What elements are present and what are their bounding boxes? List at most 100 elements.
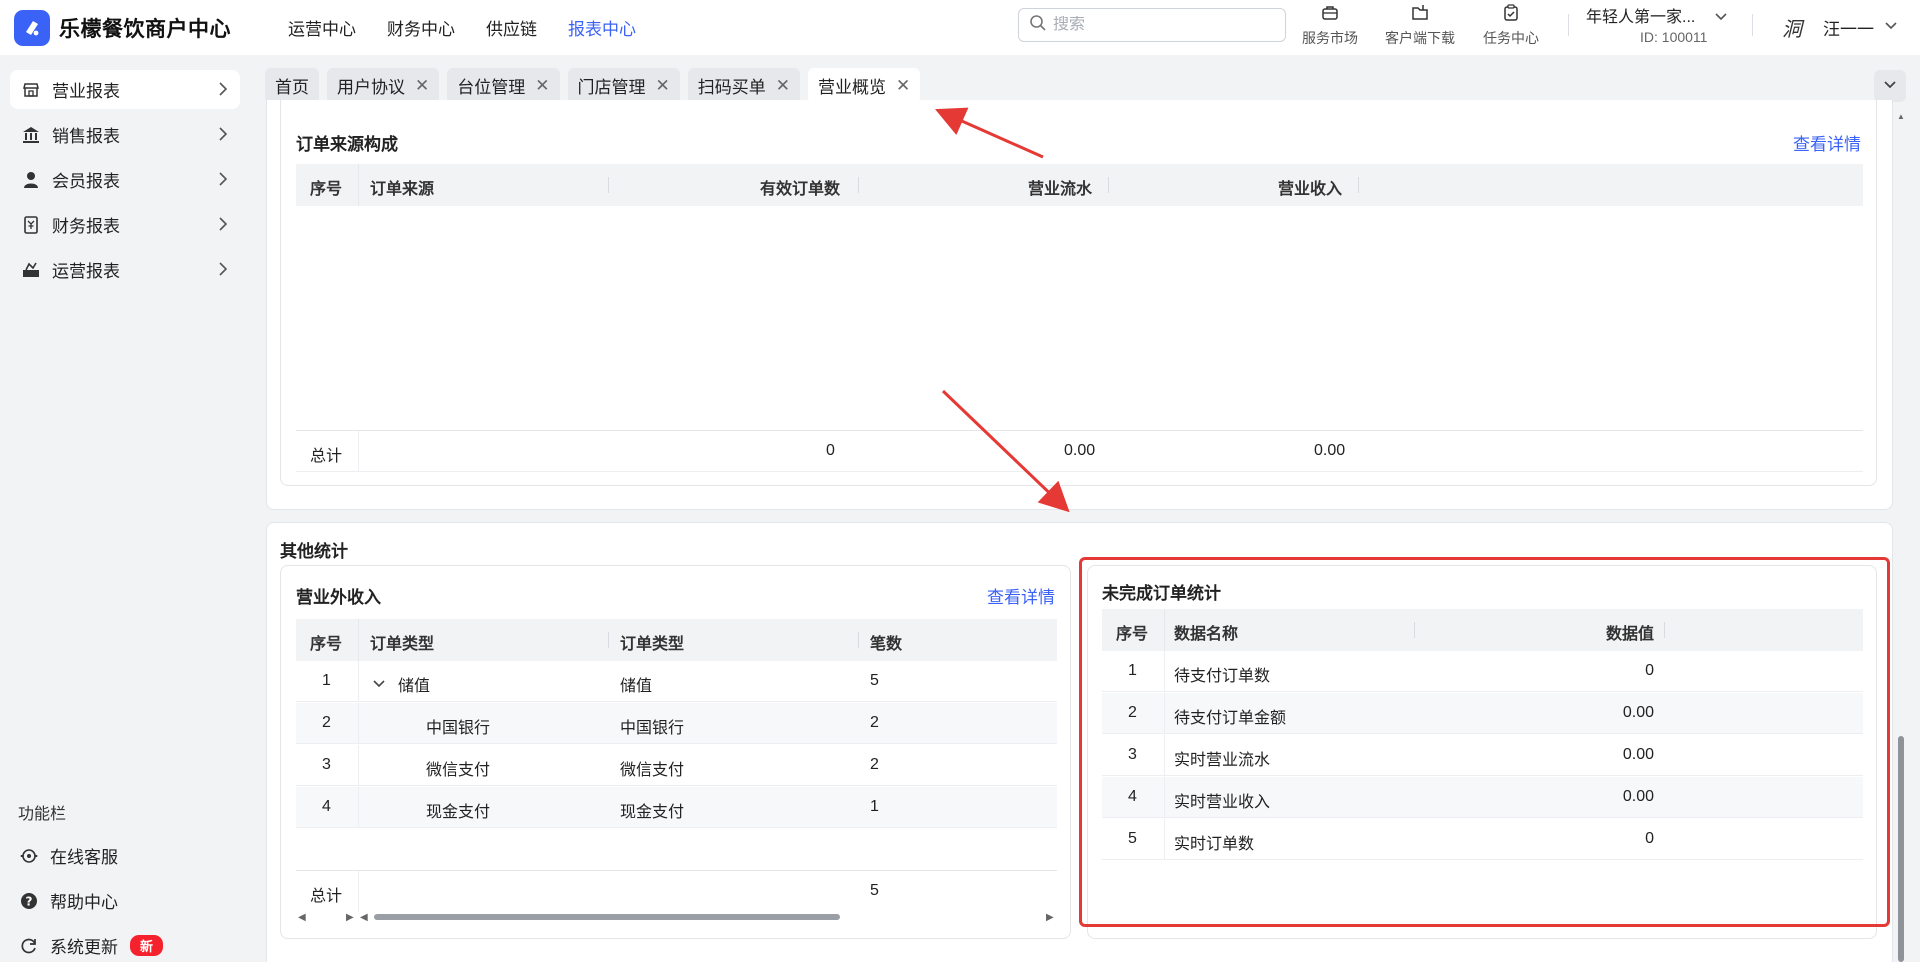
sidebar-item-sales-report[interactable]: 销售报表: [10, 115, 240, 154]
nav-supply-chain[interactable]: 供应链: [486, 15, 537, 40]
tab-user-agreement[interactable]: 用户协议 ✕: [327, 68, 440, 103]
non-business-income-card: 营业外收入 查看详情 序号 订单类型 订单类型 笔数 1 储值 储值 5 2 中…: [280, 565, 1071, 939]
divider: [1752, 14, 1753, 36]
scroll-left-icon[interactable]: ◀: [360, 912, 368, 923]
scroll-up-icon[interactable]: ▲: [1897, 112, 1905, 121]
close-icon[interactable]: ✕: [776, 76, 790, 96]
row-name: 实时订单数: [1174, 836, 1255, 853]
col-divider: [358, 871, 359, 912]
system-update-button[interactable]: 系统更新 新: [18, 933, 164, 958]
scroll-right-icon[interactable]: ▶: [1046, 912, 1054, 923]
table-row[interactable]: 3 实时营业流水 0.00: [1102, 735, 1863, 776]
sidebar-item-member-report[interactable]: 会员报表: [10, 160, 240, 199]
vertical-scrollbar[interactable]: ▲: [1896, 112, 1906, 962]
order-source-total-row: 总计 0 0.00 0.00: [296, 431, 1863, 472]
col-divider: [358, 164, 359, 206]
store-switcher[interactable]: 年轻人第一家... ID: 100011: [1586, 3, 1728, 45]
search-box[interactable]: [1018, 8, 1286, 42]
online-service-label: 在线客服: [50, 848, 118, 867]
col-resizer[interactable]: [858, 177, 859, 193]
col-resizer[interactable]: [1358, 177, 1359, 193]
nav-operations[interactable]: 运营中心: [288, 15, 356, 40]
non-business-income-total-row: 总计 5: [296, 871, 1057, 912]
non-business-income-detail-link[interactable]: 查看详情: [987, 583, 1055, 608]
horizontal-scrollbar[interactable]: ◀ ▶ ◀ ▶: [294, 911, 1054, 923]
chevron-down-icon[interactable]: [372, 676, 386, 694]
col-resizer[interactable]: [1664, 622, 1665, 638]
sidebar-item-finance-report[interactable]: 财务报表: [10, 205, 240, 244]
nav-finance[interactable]: 财务中心: [387, 15, 455, 40]
close-icon[interactable]: ✕: [656, 76, 670, 96]
tab-home[interactable]: 首页: [265, 68, 319, 103]
row-type: 现金支付: [620, 804, 685, 821]
table-row[interactable]: 5 实时订单数 0: [1102, 819, 1863, 860]
chevron-down-icon: [1883, 77, 1897, 95]
tab-table-management[interactable]: 台位管理 ✕: [447, 68, 560, 103]
order-source-detail-link[interactable]: 查看详情: [1793, 130, 1861, 155]
help-center-button[interactable]: ? 帮助中心: [18, 888, 118, 913]
non-business-income-title: 营业外收入: [296, 588, 381, 607]
tab-store-management[interactable]: 门店管理 ✕: [567, 68, 680, 103]
col-divider: [1164, 693, 1165, 734]
table-row[interactable]: 1 待支付订单数 0: [1102, 651, 1863, 692]
row-index: 2: [322, 714, 331, 731]
task-center-button[interactable]: 任务中心: [1483, 3, 1539, 48]
row-value: 0.00: [1622, 788, 1654, 805]
scroll-thumb[interactable]: [374, 914, 840, 920]
close-icon[interactable]: ✕: [535, 76, 549, 96]
help-icon: ?: [18, 890, 40, 912]
col-resizer[interactable]: [608, 177, 609, 193]
scroll-right-icon[interactable]: ▶: [346, 912, 354, 923]
sidebar-item-business-report[interactable]: 营业报表: [10, 70, 240, 109]
scroll-thumb[interactable]: [1898, 736, 1904, 962]
service-market-button[interactable]: 服务市场: [1302, 3, 1358, 48]
sidebar-item-operations-report[interactable]: 运营报表: [10, 250, 240, 289]
online-service-button[interactable]: 在线客服: [18, 843, 118, 868]
bank-icon: [20, 124, 42, 146]
tab-label: 用户协议: [337, 78, 405, 97]
service-market-label: 服务市场: [1302, 30, 1358, 46]
non-business-income-table-header: 序号 订单类型 订单类型 笔数: [296, 619, 1057, 661]
store-id: ID: 100011: [1640, 29, 1708, 45]
order-source-empty-body: [296, 206, 1863, 430]
search-input[interactable]: [1053, 16, 1273, 34]
sidebar-item-label: 营业报表: [52, 82, 120, 101]
tab-bar: 首页 用户协议 ✕ 台位管理 ✕ 门店管理 ✕ 扫码买单 ✕ 营业概览 ✕: [265, 68, 928, 103]
col-divider: [1164, 777, 1165, 818]
col-resizer[interactable]: [608, 632, 609, 648]
col-resizer[interactable]: [1108, 177, 1109, 193]
close-icon[interactable]: ✕: [896, 76, 910, 96]
folder-download-icon: [1410, 3, 1430, 28]
col-count: 笔数: [870, 636, 903, 653]
unfinished-orders-title: 未完成订单统计: [1102, 584, 1221, 603]
close-icon[interactable]: ✕: [415, 76, 429, 96]
tab-scan-pay[interactable]: 扫码买单 ✕: [687, 68, 800, 103]
new-badge: 新: [130, 935, 164, 956]
total-income: 0.00: [1314, 442, 1346, 459]
chevron-down-icon: [1714, 9, 1728, 27]
nav-reports[interactable]: 报表中心: [568, 15, 636, 40]
table-row[interactable]: 2 待支付订单金额 0.00: [1102, 693, 1863, 734]
client-download-button[interactable]: 客户端下载: [1385, 3, 1455, 48]
table-row[interactable]: 1 储值 储值 5: [296, 661, 1057, 702]
col-index: 序号: [310, 181, 343, 198]
tab-more-button[interactable]: [1874, 70, 1906, 102]
order-source-table-header: 序号 订单来源 有效订单数 营业流水 营业收入: [296, 164, 1863, 206]
col-divider: [1164, 651, 1165, 692]
scroll-left-icon[interactable]: ◀: [298, 912, 306, 923]
user-menu[interactable]: 洞 汪一一: [1773, 8, 1898, 46]
table-row[interactable]: 3 微信支付 微信支付 2: [296, 745, 1057, 786]
col-resizer[interactable]: [858, 632, 859, 648]
row-count: 1: [870, 798, 879, 815]
row-value: 0.00: [1622, 746, 1654, 763]
tab-business-overview[interactable]: 营业概览 ✕: [808, 68, 921, 103]
avatar: 洞: [1782, 16, 1802, 41]
tab-label: 营业概览: [818, 78, 886, 97]
col-resizer[interactable]: [1414, 622, 1415, 638]
tab-label: 扫码买单: [697, 78, 766, 97]
table-row[interactable]: 4 现金支付 现金支付 1: [296, 787, 1057, 828]
table-row[interactable]: 4 实时营业收入 0.00: [1102, 777, 1863, 818]
table-row[interactable]: 2 中国银行 中国银行 2: [296, 703, 1057, 744]
app-logo[interactable]: 乐檬餐饮商户中心: [14, 9, 252, 46]
other-stats-title: 其他统计: [280, 542, 348, 561]
